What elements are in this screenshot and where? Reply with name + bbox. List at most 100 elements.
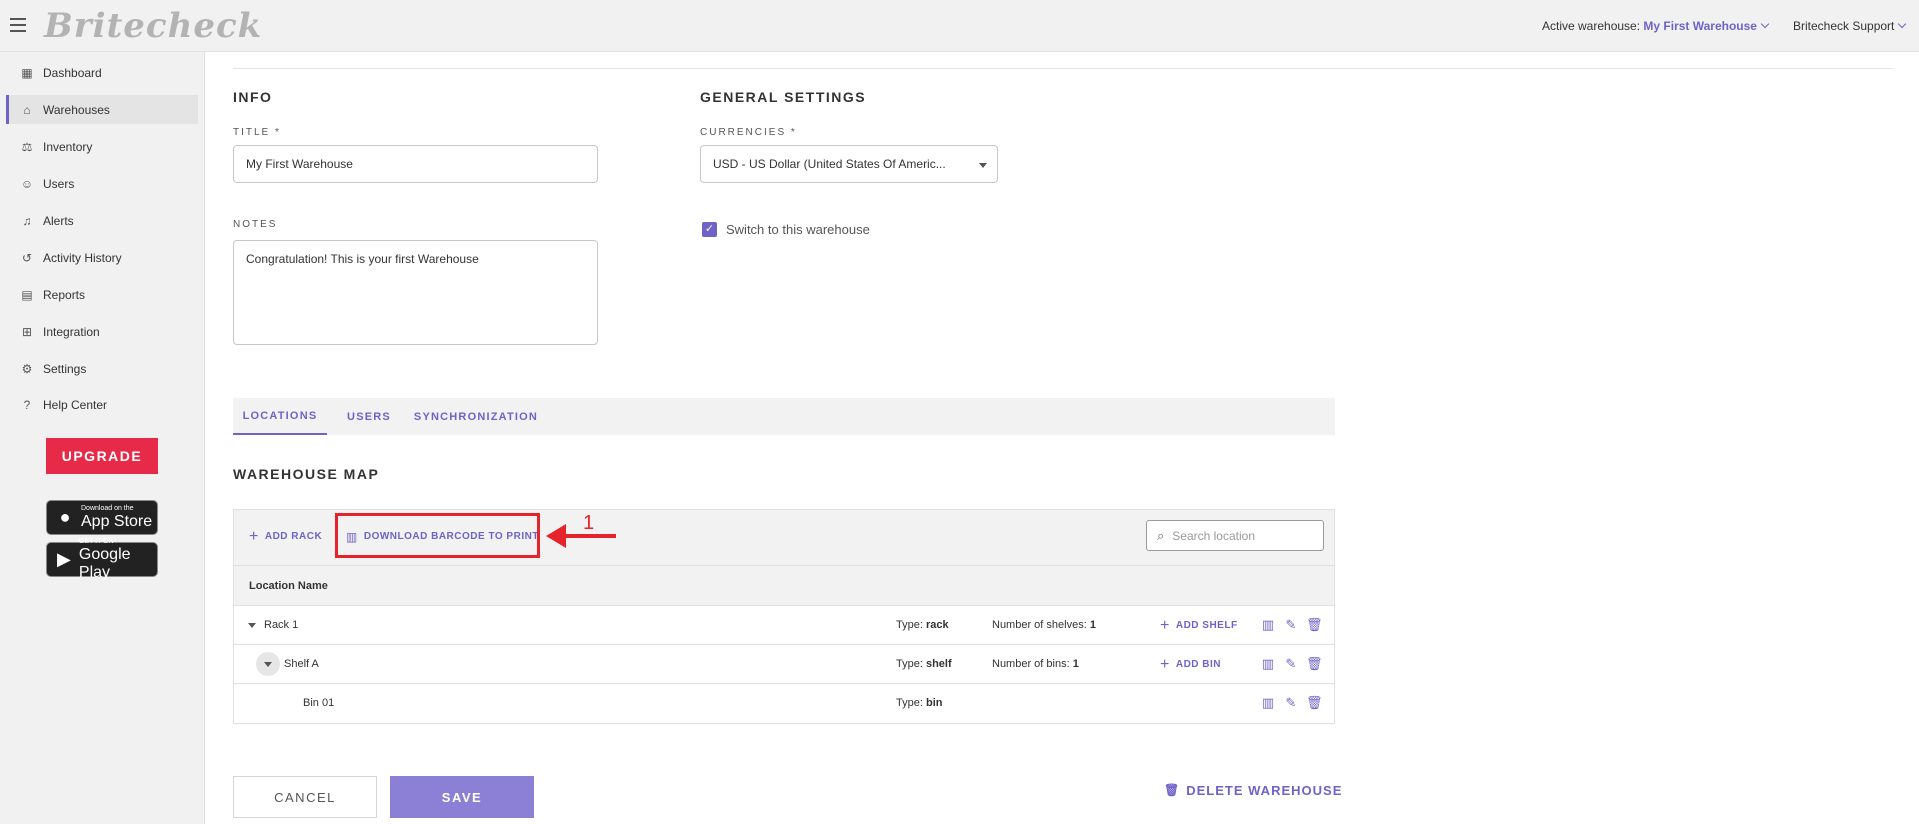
history-icon: ↺ bbox=[21, 250, 33, 265]
sidebar-item-label: Help Center bbox=[43, 397, 108, 412]
dashboard-icon: ▦ bbox=[21, 65, 33, 80]
type-label: Type: bbox=[896, 619, 923, 631]
type-value: shelf bbox=[925, 658, 952, 670]
account-menu[interactable]: Britecheck Support bbox=[1793, 19, 1907, 33]
edit-icon[interactable]: ✎ bbox=[1283, 695, 1299, 711]
add-bin-button[interactable]: + ADD BIN bbox=[1160, 655, 1222, 673]
sidebar-item-label: Settings bbox=[43, 361, 87, 376]
sidebar-item-warehouses[interactable]: ⌂ Warehouses bbox=[6, 95, 198, 124]
hamburger-menu-icon[interactable] bbox=[10, 18, 26, 32]
info-title: INFO bbox=[233, 89, 273, 105]
count-value: 1 bbox=[1072, 658, 1079, 670]
trash-icon[interactable]: 🗑 bbox=[1306, 695, 1323, 711]
help-icon: ? bbox=[23, 397, 31, 412]
sidebar-item-label: Alerts bbox=[43, 213, 74, 228]
delete-warehouse-button[interactable]: 🗑 DELETE WAREHOUSE bbox=[1164, 782, 1342, 798]
sidebar-item-dashboard[interactable]: ▦ Dashboard bbox=[6, 58, 198, 87]
add-bin-label: ADD BIN bbox=[1175, 659, 1222, 670]
edit-icon[interactable]: ✎ bbox=[1283, 617, 1299, 633]
sidebar-item-help-center[interactable]: ? Help Center bbox=[6, 390, 198, 419]
plus-icon: + bbox=[1160, 655, 1170, 673]
app-store-badge[interactable]: ● Download on the App Store bbox=[46, 500, 158, 535]
search-placeholder: Search location bbox=[1172, 528, 1255, 543]
active-warehouse-selector[interactable]: Active warehouse: My First Warehouse bbox=[1542, 19, 1770, 33]
type-label: Type: bbox=[896, 697, 923, 709]
save-button[interactable]: SAVE bbox=[390, 776, 534, 818]
location-name: Shelf A bbox=[284, 658, 319, 670]
integration-icon: ⊞ bbox=[21, 324, 33, 339]
active-warehouse-label: Active warehouse: bbox=[1542, 19, 1641, 33]
sidebar-item-label: Dashboard bbox=[43, 65, 102, 80]
tab-users[interactable]: USERS bbox=[337, 398, 401, 435]
account-name: Britecheck Support bbox=[1793, 19, 1895, 33]
warehouse-icon: ⌂ bbox=[23, 102, 31, 117]
app-logo: Britecheck bbox=[44, 6, 263, 46]
sidebar-item-label: Reports bbox=[43, 287, 86, 302]
title-input[interactable]: My First Warehouse bbox=[233, 145, 598, 183]
trash-icon[interactable]: 🗑 bbox=[1306, 656, 1323, 672]
tab-locations[interactable]: LOCATIONS bbox=[233, 398, 327, 435]
app-store-small-text: Download on the bbox=[81, 504, 134, 512]
sidebar-item-users[interactable]: ☺ Users bbox=[6, 169, 198, 198]
google-play-small-text: GET IT ON bbox=[78, 537, 114, 545]
location-name: Rack 1 bbox=[264, 619, 299, 631]
sidebar-item-settings[interactable]: ⚙ Settings bbox=[6, 354, 198, 383]
app-store-big-text: App Store bbox=[81, 512, 153, 530]
chevron-down-icon bbox=[1760, 19, 1770, 29]
notes-label: NOTES bbox=[233, 219, 278, 230]
sidebar-item-activity-history[interactable]: ↺ Activity History bbox=[6, 243, 198, 272]
upgrade-button[interactable]: UPGRADE bbox=[46, 438, 158, 474]
barcode-icon[interactable]: ▥ bbox=[1260, 695, 1276, 711]
sidebar-item-label: Users bbox=[43, 176, 75, 191]
edit-icon[interactable]: ✎ bbox=[1283, 656, 1299, 672]
location-table-header: Location Name bbox=[234, 566, 1334, 606]
currencies-label: CURRENCIES * bbox=[700, 127, 797, 138]
add-rack-button[interactable]: + ADD RACK bbox=[249, 527, 323, 545]
warehouse-map-title: WAREHOUSE MAP bbox=[233, 466, 380, 482]
gear-icon: ⚙ bbox=[21, 361, 33, 376]
table-row: Rack 1 Type: rack Number of shelves: 1 +… bbox=[234, 606, 1334, 645]
type-value: bin bbox=[925, 697, 943, 709]
sidebar-item-inventory[interactable]: ⚖ Inventory bbox=[6, 132, 198, 161]
sidebar-item-label: Activity History bbox=[43, 250, 122, 265]
count-value: 1 bbox=[1089, 619, 1096, 631]
currencies-selected-value: USD - US Dollar (United States Of Americ… bbox=[713, 157, 946, 171]
apple-icon: ● bbox=[59, 507, 71, 527]
sidebar-item-alerts[interactable]: ♫ Alerts bbox=[6, 206, 198, 235]
general-settings-title: GENERAL SETTINGS bbox=[700, 89, 867, 105]
dropdown-arrow-icon bbox=[979, 163, 987, 168]
collapse-icon[interactable] bbox=[248, 623, 256, 628]
sidebar-item-label: Integration bbox=[43, 324, 100, 339]
title-label: TITLE * bbox=[233, 127, 281, 138]
count-label: Number of shelves: bbox=[992, 619, 1087, 631]
annotation-number: 1 bbox=[583, 512, 595, 534]
switch-warehouse-checkbox[interactable]: ✓ bbox=[702, 222, 717, 237]
location-name-column: Location Name bbox=[249, 580, 328, 592]
barcode-icon[interactable]: ▥ bbox=[1260, 617, 1276, 633]
active-warehouse-value: My First Warehouse bbox=[1643, 19, 1757, 33]
users-icon: ☺ bbox=[20, 176, 34, 191]
currencies-select[interactable]: USD - US Dollar (United States Of Americ… bbox=[700, 145, 998, 183]
sidebar-item-label: Inventory bbox=[43, 139, 93, 154]
google-play-badge[interactable]: ▶ GET IT ON Google Play bbox=[46, 538, 158, 581]
plus-icon: + bbox=[249, 527, 259, 545]
top-header: Britecheck Active warehouse: My First Wa… bbox=[0, 0, 1919, 52]
sidebar-item-integration[interactable]: ⊞ Integration bbox=[6, 317, 198, 346]
add-shelf-button[interactable]: + ADD SHELF bbox=[1160, 617, 1238, 633]
sidebar-item-reports[interactable]: ▤ Reports bbox=[6, 280, 198, 309]
cancel-button[interactable]: CANCEL bbox=[233, 776, 377, 818]
tab-synchronization[interactable]: SYNCHRONIZATION bbox=[411, 398, 541, 435]
bell-icon: ♫ bbox=[22, 213, 32, 228]
location-name: Bin 01 bbox=[303, 697, 335, 709]
trash-icon[interactable]: 🗑 bbox=[1306, 617, 1323, 633]
chevron-down-icon bbox=[1898, 19, 1907, 29]
search-location-input[interactable]: ⌕ Search location bbox=[1146, 520, 1324, 551]
google-play-big-text: Google Play bbox=[78, 545, 131, 581]
delete-warehouse-label: DELETE WAREHOUSE bbox=[1186, 782, 1343, 798]
play-icon: ▶ bbox=[57, 549, 71, 569]
type-value: rack bbox=[925, 619, 949, 631]
barcode-icon[interactable]: ▥ bbox=[1260, 656, 1276, 672]
notes-textarea[interactable]: Congratulation! This is your first Wareh… bbox=[233, 240, 598, 345]
type-label: Type: bbox=[896, 658, 923, 670]
add-rack-label: ADD RACK bbox=[264, 531, 323, 542]
